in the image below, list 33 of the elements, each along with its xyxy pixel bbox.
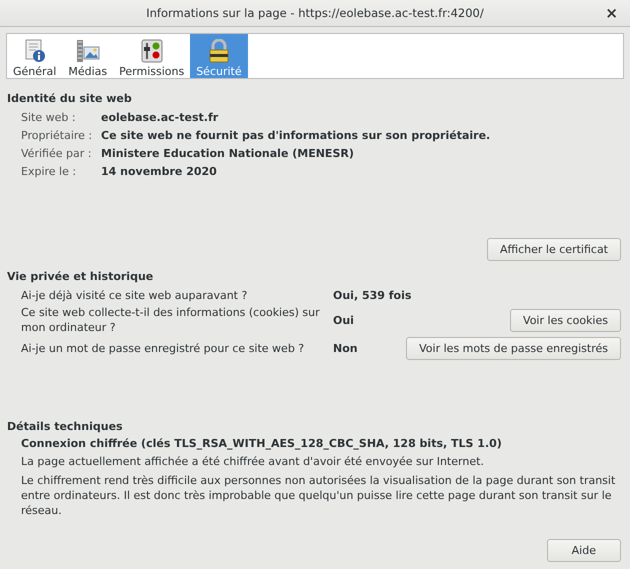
view-certificate-button[interactable]: Afficher le certificat bbox=[486, 238, 621, 261]
help-button[interactable]: Aide bbox=[546, 539, 621, 562]
close-button[interactable]: × bbox=[601, 4, 622, 22]
description-text: La page actuellement affichée a été chiffrée avant d'avoir été envoyée sur Internet. bbox=[20, 454, 485, 469]
question-text: Ce site web collecte-t-il des informations (cookies) sur mon ordinateur ? bbox=[21, 305, 321, 335]
field-label: Expire le : bbox=[21, 164, 78, 178]
section-heading: Identité du site web bbox=[7, 92, 133, 105]
section-heading: Détails techniques bbox=[7, 420, 124, 433]
field-value: Ministere Education Nationale (MENESR) bbox=[101, 146, 355, 160]
tab[interactable]: Général bbox=[7, 34, 62, 78]
view-button[interactable]: Voir les cookies bbox=[510, 308, 621, 332]
tab[interactable]: Permissions bbox=[113, 34, 190, 78]
connection-summary: Connexion chiffrée (clés TLS_RSA_WITH_AES_128_CBC_SHA, 128 bits, TLS 1.0) bbox=[20, 436, 503, 451]
question-text: Ai-je un mot de passe enregistré pour ce site web ? bbox=[21, 340, 306, 356]
field-label: Site web : bbox=[21, 110, 77, 124]
view-button[interactable]: Voir les mots de passe enregistrés bbox=[406, 336, 621, 360]
field-value: 14 novembre 2020 bbox=[101, 164, 218, 178]
window-title: Informations sur la page - https://eolebase.ac-test.fr:4200/ bbox=[146, 6, 484, 20]
document-info-icon bbox=[22, 39, 47, 63]
field-value: eolebase.ac-test.fr bbox=[101, 110, 220, 124]
image-film-icon bbox=[74, 39, 101, 63]
padlock-icon bbox=[208, 39, 230, 63]
field-value: Ce site web ne fournit pas d'informations sur son propriétaire. bbox=[101, 128, 492, 142]
answer-text: Oui, 539 fois bbox=[333, 288, 412, 302]
question-text: Ai-je déjà visité ce site web auparavant ? bbox=[21, 288, 248, 302]
description-text: Le chiffrement rend très difficile aux personnes non autorisées la visualisation de la page durant son transit entre ordinateurs. Il est donc très improbable que quelqu'un puisse lire cette page durant son transit sur le réseau. bbox=[20, 473, 616, 518]
answer-text: Non bbox=[333, 342, 359, 354]
field-label: Vérifiée par : bbox=[21, 146, 92, 160]
answer-text: Oui bbox=[333, 314, 355, 326]
switch-panel-icon bbox=[140, 39, 164, 63]
section-heading: Vie privée et historique bbox=[7, 270, 154, 283]
tab[interactable]: Médias bbox=[62, 34, 114, 78]
field-label: Propriétaire : bbox=[21, 128, 94, 142]
